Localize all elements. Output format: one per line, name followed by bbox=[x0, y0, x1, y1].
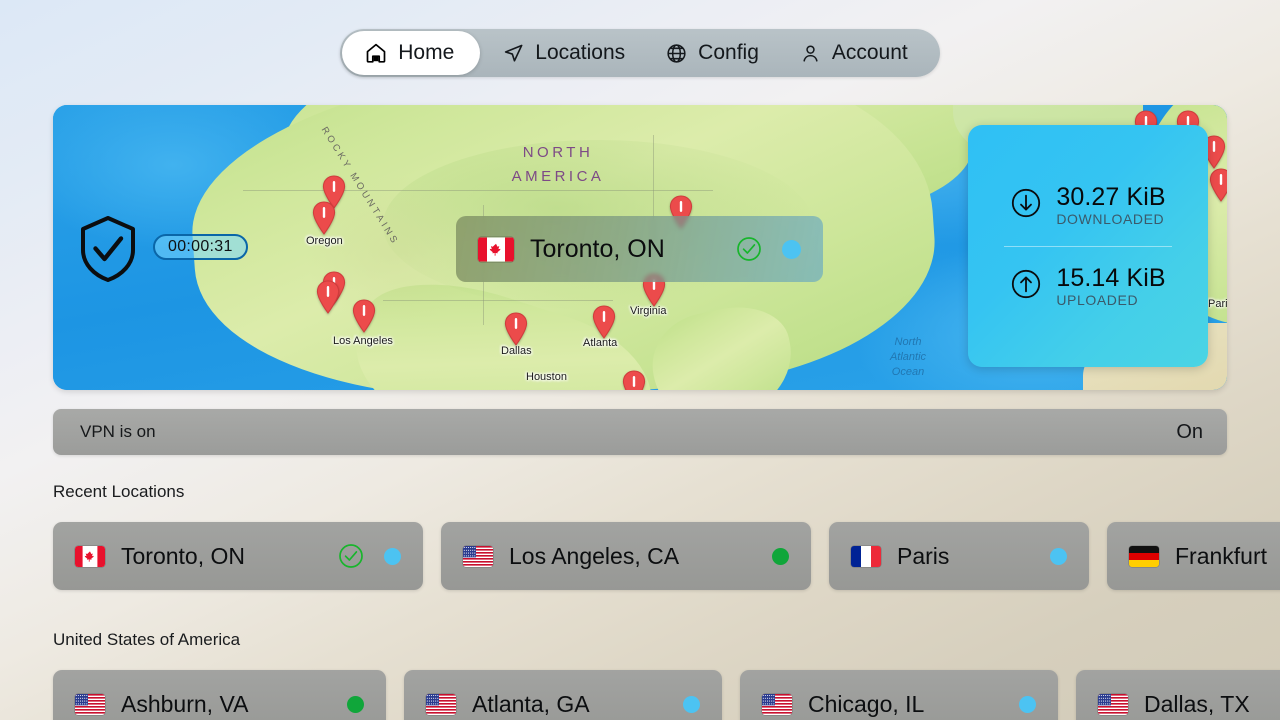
vpn-status-value: On bbox=[1176, 420, 1203, 443]
location-card-city-label: Dallas, TX bbox=[1144, 690, 1250, 717]
map-pin[interactable] bbox=[315, 280, 341, 314]
nav-label-account: Account bbox=[831, 41, 908, 64]
flag-ca-icon bbox=[75, 545, 105, 567]
location-card-city-label: Frankfurt bbox=[1175, 542, 1268, 569]
map-conn-city-label: Toronto, ON bbox=[530, 234, 665, 263]
status-dot bbox=[782, 239, 801, 259]
united-states-locations-row: Ashburn, VA Atlanta, GA Chicago, IL Dallas,… bbox=[53, 670, 1280, 720]
stat-upload-text: 15.14 KiB UPLOADED bbox=[1056, 264, 1165, 309]
arrow-down-circle-icon bbox=[1010, 187, 1042, 224]
globe-icon bbox=[665, 42, 688, 65]
status-dot bbox=[384, 547, 401, 565]
person-icon bbox=[799, 42, 822, 65]
stat-download-row: 30.27 KiB DOWNLOADED bbox=[974, 166, 1202, 246]
nav-item-locations[interactable]: Locations bbox=[482, 31, 645, 75]
location-card-atlanta-ga[interactable]: Atlanta, GA bbox=[404, 670, 722, 720]
upload-value: 15.14 KiB bbox=[1056, 264, 1166, 293]
vpn-status-text: VPN is on bbox=[80, 422, 156, 441]
traffic-stats-panel: 30.27 KiB DOWNLOADED 15.14 KiB UPLOADED bbox=[968, 125, 1208, 367]
map-pin[interactable] bbox=[621, 370, 647, 390]
flag-ca-icon bbox=[478, 237, 514, 262]
status-dot bbox=[1019, 695, 1036, 713]
nav-pill-group: Home Locations Config Account bbox=[340, 29, 940, 77]
section-title-united-states: United States of America bbox=[53, 630, 241, 649]
nav-item-config[interactable]: Config bbox=[645, 31, 779, 75]
nav-item-account[interactable]: Account bbox=[779, 31, 928, 75]
location-card-city-label: Los Angeles, CA bbox=[509, 542, 680, 569]
location-card-ashburn-va[interactable]: Ashburn, VA bbox=[53, 670, 386, 720]
location-card-chicago-il[interactable]: Chicago, IL bbox=[740, 670, 1058, 720]
location-card-city-label: Chicago, IL bbox=[808, 690, 925, 717]
stat-download-text: 30.27 KiB DOWNLOADED bbox=[1056, 183, 1165, 228]
nav-item-home[interactable]: Home bbox=[342, 31, 481, 75]
map-border-line bbox=[383, 300, 613, 301]
flag-us-icon bbox=[75, 693, 105, 715]
map-border-line bbox=[243, 190, 713, 191]
download-label: DOWNLOADED bbox=[1056, 211, 1165, 228]
arrow-up-circle-icon bbox=[1010, 268, 1042, 305]
flag-fr-icon bbox=[851, 545, 881, 567]
status-dot bbox=[347, 695, 364, 713]
nav-label-locations: Locations bbox=[535, 41, 626, 64]
top-navigation: Home Locations Config Account bbox=[0, 29, 1280, 77]
location-card-paris[interactable]: Paris bbox=[829, 522, 1089, 590]
connection-timer: 00:00:31 bbox=[153, 234, 248, 260]
map-pin[interactable] bbox=[1208, 168, 1227, 202]
map-pin[interactable] bbox=[351, 299, 377, 333]
location-card-city-label: Paris bbox=[897, 542, 950, 569]
flag-us-icon bbox=[1098, 693, 1128, 715]
vpn-status-bar[interactable]: VPN is on On bbox=[53, 409, 1227, 455]
check-circle-icon bbox=[338, 543, 364, 569]
stat-upload-row: 15.14 KiB UPLOADED bbox=[974, 247, 1202, 327]
upload-label: UPLOADED bbox=[1056, 292, 1139, 309]
map-connected-location-card[interactable]: Toronto, ON bbox=[456, 216, 823, 282]
location-card-dallas-tx[interactable]: Dallas, TX bbox=[1076, 670, 1280, 720]
flag-de-icon bbox=[1129, 545, 1159, 567]
flag-us-icon bbox=[463, 545, 493, 567]
flag-us-icon bbox=[762, 693, 792, 715]
location-card-city-label: Atlanta, GA bbox=[472, 690, 590, 717]
nav-label-home: Home bbox=[398, 41, 455, 64]
nav-label-config: Config bbox=[698, 41, 759, 64]
shield-check-icon bbox=[77, 215, 139, 283]
location-card-toronto-on[interactable]: Toronto, ON bbox=[53, 522, 423, 590]
flag-us-icon bbox=[426, 693, 456, 715]
check-circle-icon bbox=[736, 236, 762, 262]
map-pin[interactable] bbox=[591, 305, 617, 339]
home-icon bbox=[364, 41, 388, 65]
section-title-recent-locations: Recent Locations bbox=[53, 482, 185, 501]
navigate-icon bbox=[502, 42, 525, 65]
location-card-city-label: Toronto, ON bbox=[121, 542, 245, 569]
location-card-city-label: Ashburn, VA bbox=[121, 690, 249, 717]
map-pin[interactable] bbox=[503, 312, 529, 346]
status-dot bbox=[1050, 547, 1067, 565]
status-dot bbox=[683, 695, 700, 713]
map-pin[interactable] bbox=[311, 201, 337, 235]
recent-locations-row: Toronto, ON Los Angeles, CA Paris Frankfurt bbox=[53, 522, 1280, 590]
download-value: 30.27 KiB bbox=[1056, 183, 1166, 212]
location-card-frankfurt[interactable]: Frankfurt bbox=[1107, 522, 1280, 590]
status-dot bbox=[772, 547, 789, 565]
location-card-los-angeles-ca[interactable]: Los Angeles, CA bbox=[441, 522, 811, 590]
